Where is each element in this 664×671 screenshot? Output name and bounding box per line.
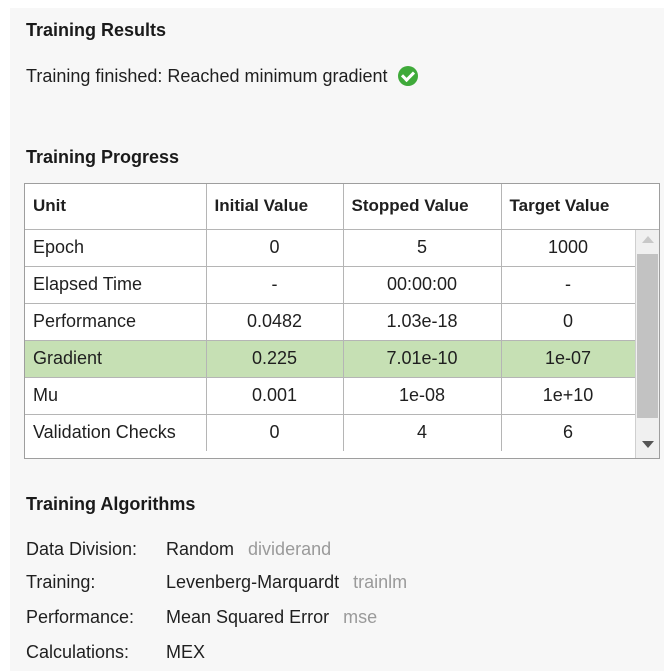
training-progress-title: Training Progress [26, 147, 180, 167]
algorithm-row-calculations: Calculations: MEX [26, 640, 219, 664]
unit-cell: Epoch [25, 229, 207, 267]
initial-value-cell: - [206, 266, 344, 304]
training-panel: Training Results Training finished: Reac… [10, 8, 664, 671]
algorithm-row-performance: Performance: Mean Squared Error mse [26, 605, 377, 629]
algorithm-function: mse [343, 606, 378, 627]
training-status: Training finished: Reached minimum gradi… [26, 64, 418, 88]
scrollbar-thumb[interactable] [637, 254, 658, 418]
table-row-highlighted[interactable]: Gradient 0.225 7.01e-10 1e-07 [25, 340, 636, 378]
unit-cell: Performance [25, 303, 207, 341]
target-value-cell: 6 [501, 414, 636, 451]
initial-value-cell: 0 [206, 414, 344, 451]
training-status-text: Training finished: Reached minimum gradi… [26, 65, 388, 86]
algorithm-label: Training: [26, 571, 96, 592]
unit-cell: Mu [25, 377, 207, 415]
table-row[interactable]: Epoch 0 5 1000 [25, 229, 636, 267]
table-row[interactable]: Elapsed Time - 00:00:00 - [25, 266, 636, 304]
algorithm-row-data-division: Data Division: Random dividerand [26, 537, 331, 561]
training-progress-table: Unit Initial Value Stopped Value Target … [24, 183, 660, 459]
table-row[interactable]: Validation Checks 0 4 6 [25, 414, 636, 451]
algorithm-value: MEX [166, 641, 206, 662]
training-results-title: Training Results [26, 20, 167, 40]
stopped-value-cell: 1.03e-18 [343, 303, 502, 341]
scroll-up-arrow-icon[interactable] [642, 236, 654, 243]
unit-cell: Gradient [25, 340, 207, 378]
stopped-value-cell: 7.01e-10 [343, 340, 502, 378]
target-value-cell: 0 [501, 303, 636, 341]
column-header-stopped-value[interactable]: Stopped Value [343, 184, 502, 230]
scroll-down-arrow-icon[interactable] [642, 441, 654, 448]
initial-value-cell: 0 [206, 229, 344, 267]
algorithm-value: Random [166, 538, 235, 559]
check-circle-icon [397, 66, 418, 86]
target-value-cell: 1e+10 [501, 377, 636, 415]
table-row[interactable]: Performance 0.0482 1.03e-18 0 [25, 303, 636, 341]
table-scrollbar[interactable] [635, 230, 659, 458]
stopped-value-cell: 1e-08 [343, 377, 502, 415]
column-header-initial-value[interactable]: Initial Value [206, 184, 344, 230]
unit-cell: Elapsed Time [25, 266, 207, 304]
header-corner [635, 184, 659, 230]
training-algorithms-title: Training Algorithms [26, 494, 196, 514]
initial-value-cell: 0.001 [206, 377, 344, 415]
unit-cell: Validation Checks [25, 414, 207, 451]
stopped-value-cell: 5 [343, 229, 502, 267]
algorithm-function: trainlm [353, 571, 408, 592]
table-row[interactable]: Mu 0.001 1e-08 1e+10 [25, 377, 636, 415]
column-header-unit[interactable]: Unit [25, 184, 207, 230]
column-header-target-value[interactable]: Target Value [501, 184, 636, 230]
algorithm-function: dividerand [248, 538, 332, 559]
target-value-cell: 1000 [501, 229, 636, 267]
stopped-value-cell: 00:00:00 [343, 266, 502, 304]
stopped-value-cell: 4 [343, 414, 502, 451]
target-value-cell: 1e-07 [501, 340, 636, 378]
initial-value-cell: 0.0482 [206, 303, 344, 341]
algorithm-value: Levenberg-Marquardt [166, 571, 340, 592]
target-value-cell: - [501, 266, 636, 304]
algorithm-label: Calculations: [26, 641, 130, 662]
algorithm-label: Performance: [26, 606, 135, 627]
algorithm-value: Mean Squared Error [166, 606, 330, 627]
initial-value-cell: 0.225 [206, 340, 344, 378]
algorithm-label: Data Division: [26, 538, 138, 559]
algorithm-row-training: Training: Levenberg-Marquardt trainlm [26, 570, 407, 594]
